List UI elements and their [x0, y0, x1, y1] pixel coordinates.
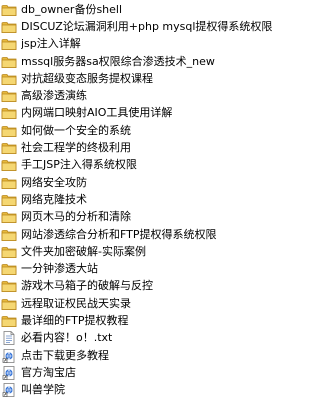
folder-icon	[1, 245, 17, 259]
folder-icon	[1, 193, 17, 207]
list-item[interactable]: 内网端口映射AIO工具使用详解	[0, 105, 275, 122]
list-item[interactable]: 游戏木马箱子的破解与反控	[0, 278, 275, 295]
list-item-label: 对抗超级变态服务提权课程	[21, 71, 153, 85]
list-item-label: 如何做一个安全的系统	[21, 123, 131, 137]
list-item-label: 网络安全攻防	[21, 175, 87, 189]
text-file-icon	[1, 331, 17, 346]
folder-icon	[1, 141, 17, 155]
list-item-label: 一分钟渗透大站	[21, 262, 98, 276]
list-item[interactable]: 最详细的FTP提权教程	[0, 312, 275, 329]
list-item-label: 网络克隆技术	[21, 192, 87, 206]
list-item-label: 高级渗透演练	[21, 89, 87, 103]
list-item[interactable]: 官方淘宝店	[0, 364, 275, 381]
list-item-label: 手工JSP注入得系统权限	[21, 158, 137, 172]
folder-icon	[1, 210, 17, 224]
list-item[interactable]: 网络安全攻防	[0, 174, 275, 191]
list-item[interactable]: 手工JSP注入得系统权限	[0, 157, 275, 174]
list-item[interactable]: 文件夹加密破解-实际案例	[0, 243, 275, 260]
list-item-label: db_owner备份shell	[21, 2, 123, 16]
folder-icon	[1, 89, 17, 103]
folder-icon	[1, 37, 17, 51]
folder-icon	[1, 279, 17, 293]
folder-icon	[1, 3, 17, 17]
list-item-label: 点击下载更多教程	[21, 348, 109, 362]
list-item[interactable]: 网站渗透综合分析和FTP提权得系统权限	[0, 226, 275, 243]
list-item-label: 远程取证权民战天实录	[21, 296, 131, 310]
list-item[interactable]: 对抗超级变态服务提权课程	[0, 70, 275, 87]
folder-icon	[1, 124, 17, 138]
list-item[interactable]: 必看内容！o！.txt	[0, 330, 275, 347]
list-item-label: 网页木马的分析和清除	[21, 210, 131, 224]
folder-icon	[1, 72, 17, 86]
file-list: db_owner备份shell DISCUZ论坛漏洞利用+php mysql提权得…	[0, 0, 275, 398]
folder-icon	[1, 106, 17, 120]
list-item-label: 官方淘宝店	[21, 365, 76, 379]
list-item-label: 必看内容！o！.txt	[21, 331, 113, 345]
list-item[interactable]: 网络克隆技术	[0, 191, 275, 208]
list-item-label: DISCUZ论坛漏洞利用+php mysql提权得系统权限	[21, 19, 273, 33]
list-item-label: 网站渗透综合分析和FTP提权得系统权限	[21, 227, 217, 241]
folder-icon	[1, 158, 17, 172]
internet-shortcut-icon	[1, 365, 17, 380]
folder-icon	[1, 314, 17, 328]
list-item-label: 文件夹加密破解-实际案例	[21, 244, 146, 258]
internet-shortcut-icon	[1, 348, 17, 363]
list-item-label: 内网端口映射AIO工具使用详解	[21, 106, 173, 120]
list-item[interactable]: 一分钟渗透大站	[0, 260, 275, 277]
list-item[interactable]: 网页木马的分析和清除	[0, 209, 275, 226]
list-item[interactable]: db_owner备份shell	[0, 1, 275, 18]
list-item-label: 最详细的FTP提权教程	[21, 313, 129, 327]
folder-icon	[1, 20, 17, 34]
folder-icon	[1, 176, 17, 190]
list-item[interactable]: jsp注入详解	[0, 36, 275, 53]
list-item[interactable]: 点击下载更多教程	[0, 347, 275, 364]
list-item-label: jsp注入详解	[21, 37, 81, 51]
list-item[interactable]: 叫兽学院	[0, 382, 275, 399]
list-item[interactable]: 社会工程学的终极利用	[0, 139, 275, 156]
list-item[interactable]: 高级渗透演练	[0, 87, 275, 104]
list-item[interactable]: 远程取证权民战天实录	[0, 295, 275, 312]
list-item-label: 游戏木马箱子的破解与反控	[21, 279, 153, 293]
list-item[interactable]: mssql服务器sa权限综合渗透技术_new	[0, 53, 275, 70]
internet-shortcut-icon	[1, 383, 17, 398]
list-item-label: 叫兽学院	[21, 383, 65, 397]
list-item-label: 社会工程学的终极利用	[21, 141, 131, 155]
list-item[interactable]: 如何做一个安全的系统	[0, 122, 275, 139]
folder-icon	[1, 297, 17, 311]
list-item[interactable]: DISCUZ论坛漏洞利用+php mysql提权得系统权限	[0, 18, 275, 35]
list-item-label: mssql服务器sa权限综合渗透技术_new	[21, 54, 215, 68]
folder-icon	[1, 228, 17, 242]
folder-icon	[1, 262, 17, 276]
folder-icon	[1, 55, 17, 69]
